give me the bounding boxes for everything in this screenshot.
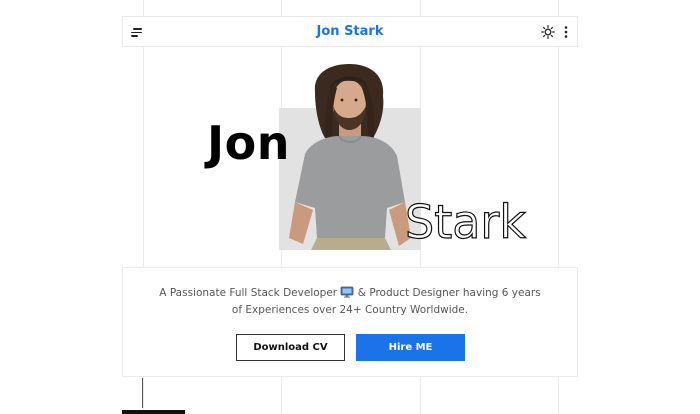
hire-me-button[interactable]: Hire ME	[356, 334, 465, 361]
intro-card: A Passionate Full Stack Developer & Prod…	[122, 267, 578, 377]
more-vertical-icon[interactable]	[560, 25, 572, 39]
brand-title[interactable]: Jon Stark	[123, 24, 577, 39]
tagline-text: A Passionate Full Stack Developer	[159, 287, 338, 299]
hero-last-name: Stark	[404, 194, 527, 248]
sun-icon[interactable]	[541, 25, 555, 39]
tagline: A Passionate Full Stack Developer & Prod…	[153, 285, 547, 319]
scroll-indicator-line	[142, 378, 143, 408]
top-navbar: Jon Stark	[122, 16, 578, 47]
portrait-photo	[289, 64, 411, 250]
monitor-icon	[341, 286, 354, 298]
section-bar	[122, 410, 185, 414]
hero-first-name: Jon	[207, 116, 290, 170]
svg-text:Stark: Stark	[405, 195, 526, 248]
download-cv-button[interactable]: Download CV	[236, 334, 345, 361]
